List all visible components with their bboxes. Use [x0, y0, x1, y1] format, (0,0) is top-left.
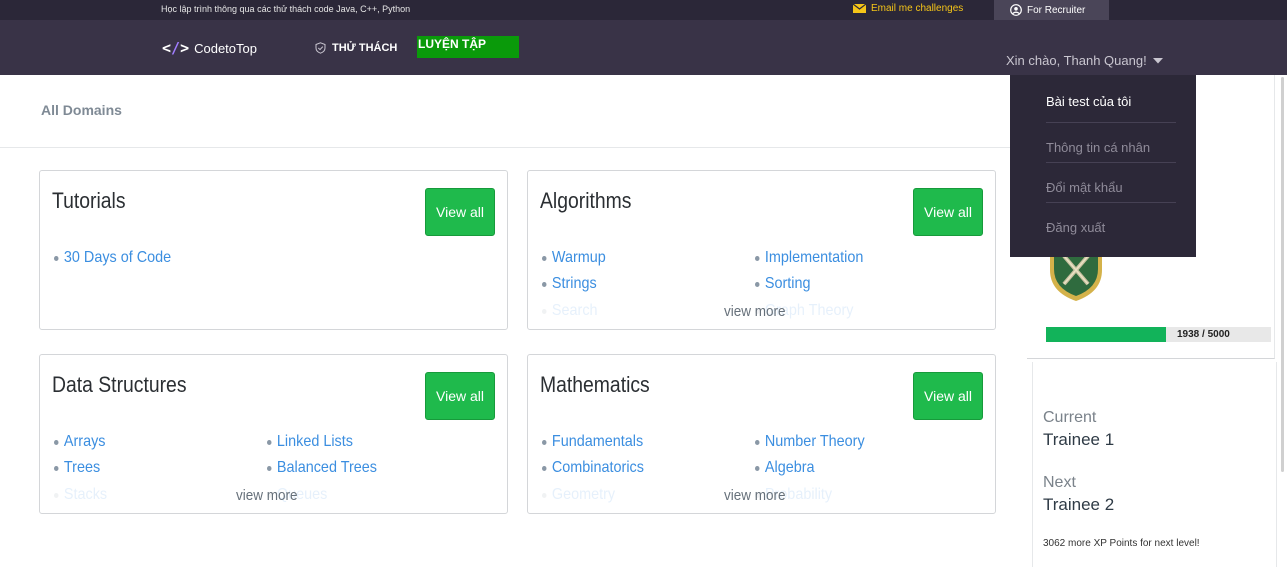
card-title: Mathematics — [540, 372, 650, 397]
view-more-link[interactable]: view more — [724, 303, 786, 320]
card-title: Algorithms — [540, 188, 632, 213]
view-more-link[interactable]: view more — [724, 487, 786, 504]
divider — [0, 147, 1025, 148]
topic-link[interactable]: Balanced Trees — [267, 459, 377, 477]
topic-link[interactable]: Trees — [54, 459, 100, 477]
scrollbar[interactable] — [1281, 77, 1286, 477]
nav-practice-link[interactable]: LUYỆN TẬP — [417, 36, 519, 58]
code-brackets-icon: </> — [162, 39, 190, 57]
topic-link[interactable]: 30 Days of Code — [54, 249, 171, 267]
menu-item-change-password[interactable]: Đổi mật khẩu — [1046, 163, 1176, 203]
site-logo[interactable]: </> CodetoTop — [162, 39, 257, 57]
bullet-icon — [755, 281, 760, 287]
topic-link[interactable]: Combinatorics — [542, 459, 644, 477]
xp-progress-fill — [1046, 327, 1166, 342]
view-all-button[interactable]: View all — [913, 188, 983, 236]
topic-link[interactable]: Implementation — [755, 249, 863, 267]
bullet-icon — [542, 439, 547, 445]
bullet-icon — [54, 492, 59, 498]
card-title: Tutorials — [52, 188, 126, 213]
topic-link[interactable]: Warmup — [542, 249, 606, 267]
email-challenges-label: Email me challenges — [871, 3, 964, 14]
topic-link[interactable]: Number Theory — [755, 433, 865, 451]
domain-card-mathematics: Mathematics View all Fundamentals Number… — [527, 354, 996, 514]
bullet-icon — [755, 439, 760, 445]
topic-link[interactable]: Algebra — [755, 459, 815, 477]
view-more-link[interactable]: view more — [236, 487, 298, 504]
bullet-icon — [267, 465, 272, 471]
caret-down-icon — [1152, 57, 1163, 63]
top-bar: Học lập trình thông qua các thử thách co… — [0, 0, 1287, 20]
bullet-icon — [542, 308, 547, 314]
xp-remaining-note: 3062 more XP Points for next level! — [1043, 538, 1200, 549]
topic-link: Search — [542, 302, 598, 320]
card-title: Data Structures — [52, 372, 187, 397]
bullet-icon — [542, 492, 547, 498]
level-panel: Current Trainee 1 Next Trainee 2 3062 mo… — [1032, 362, 1277, 567]
topic-link[interactable]: Sorting — [755, 275, 811, 293]
view-all-button[interactable]: View all — [425, 188, 495, 236]
nav-challenge-link[interactable]: THỬ THÁCH — [315, 42, 397, 54]
domain-card-algorithms: Algorithms View all Warmup Implementatio… — [527, 170, 996, 330]
next-level-label: Next — [1043, 474, 1076, 491]
for-recruiter-label: For Recruiter — [1027, 4, 1086, 16]
shield-check-icon — [315, 42, 326, 54]
topic-link[interactable]: Fundamentals — [542, 433, 643, 451]
menu-item-logout[interactable]: Đăng xuất — [1046, 203, 1176, 243]
bullet-icon — [267, 439, 272, 445]
for-recruiter-button[interactable]: For Recruiter — [994, 0, 1109, 20]
topic-link: Stacks — [54, 486, 107, 504]
bullet-icon — [54, 439, 59, 445]
topic-link[interactable]: Strings — [542, 275, 597, 293]
scrollbar-thumb[interactable] — [1281, 77, 1284, 472]
current-level-label: Current — [1043, 409, 1097, 426]
bullet-icon — [755, 255, 760, 261]
bullet-icon — [755, 465, 760, 471]
bullet-icon — [542, 465, 547, 471]
main-navbar: </> CodetoTop THỬ THÁCH LUYỆN TẬP Xin ch… — [0, 20, 1287, 75]
bullet-icon — [542, 255, 547, 261]
current-level-value: Trainee 1 — [1043, 430, 1115, 449]
domain-card-data-structures: Data Structures View all Arrays Linked L… — [39, 354, 508, 514]
bullet-icon — [54, 255, 59, 261]
email-challenges-link[interactable]: Email me challenges — [853, 3, 963, 14]
user-menu-toggle[interactable]: Xin chào, Thanh Quang! — [1006, 53, 1163, 68]
topic-link[interactable]: Linked Lists — [267, 433, 353, 451]
xp-progress-bar: 1938 / 5000 — [1046, 327, 1271, 342]
greeting-text: Xin chào, Thanh Quang! — [1006, 53, 1147, 68]
user-circle-icon — [1010, 4, 1022, 16]
menu-item-my-tests[interactable]: Bài test của tôi — [1046, 75, 1176, 123]
view-all-button[interactable]: View all — [425, 372, 495, 420]
view-all-button[interactable]: View all — [913, 372, 983, 420]
menu-item-profile[interactable]: Thông tin cá nhân — [1046, 123, 1176, 163]
user-dropdown-menu: Bài test của tôi Thông tin cá nhân Đổi m… — [1010, 75, 1196, 257]
envelope-icon — [853, 4, 866, 13]
nav-challenge-label: THỬ THÁCH — [332, 42, 398, 54]
logo-text: CodetoTop — [194, 40, 257, 56]
breadcrumb[interactable]: All Domains — [41, 102, 122, 118]
bullet-icon — [542, 281, 547, 287]
domain-card-tutorials: Tutorials View all 30 Days of Code — [39, 170, 508, 330]
xp-progress-text: 1938 / 5000 — [1177, 329, 1230, 340]
bullet-icon — [54, 465, 59, 471]
site-tagline: Học lập trình thông qua các thử thách co… — [161, 4, 411, 14]
topic-link: Geometry — [542, 486, 615, 504]
topic-link[interactable]: Arrays — [54, 433, 106, 451]
next-level-value: Trainee 2 — [1043, 495, 1115, 514]
